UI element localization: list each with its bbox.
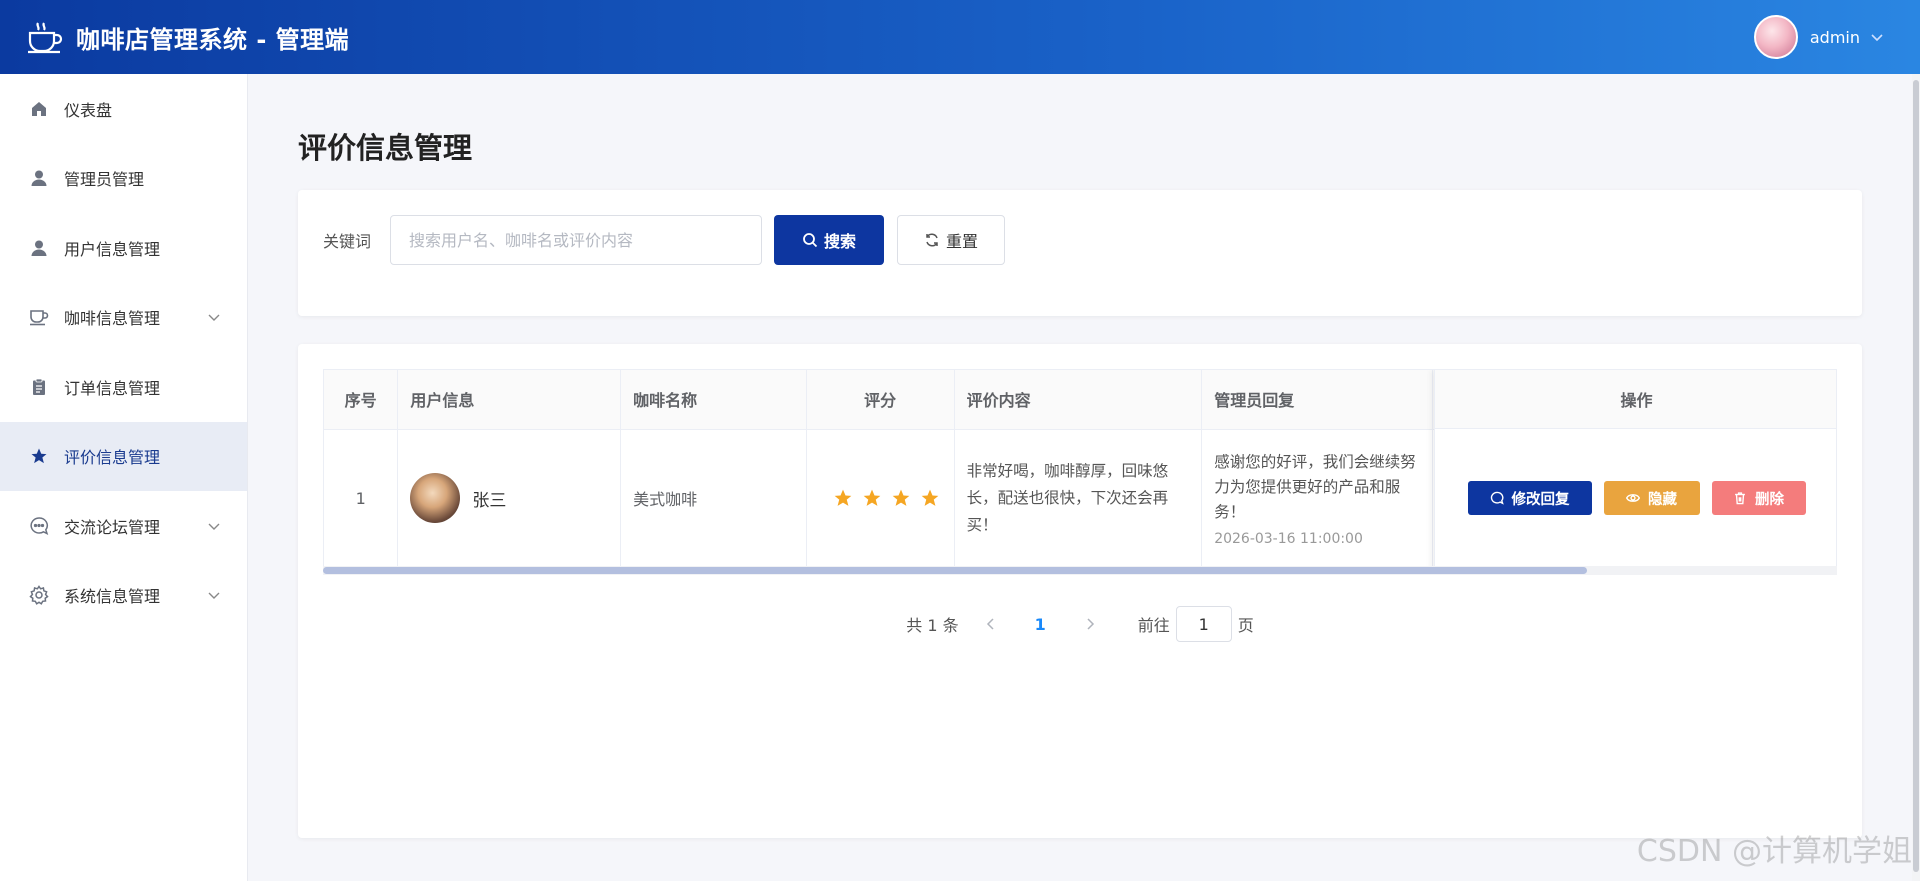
scrollbar-thumb[interactable] xyxy=(323,567,1588,574)
avatar xyxy=(410,473,461,523)
delete-button[interactable]: 删除 xyxy=(1711,481,1806,515)
coffee-cup-icon xyxy=(26,18,64,56)
chevron-right-icon[interactable] xyxy=(1082,616,1098,632)
trash-icon xyxy=(1733,491,1747,505)
star-icon xyxy=(921,489,938,506)
sidebar-item-label: 咖啡信息管理 xyxy=(64,309,161,329)
chevron-left-icon[interactable] xyxy=(983,616,999,632)
sidebar-item-orders[interactable]: 订单信息管理 xyxy=(0,352,247,422)
user-icon xyxy=(28,167,50,189)
review-content: 非常好喝，咖啡醇厚，回味悠长，配送也很快，下次还会再买！ xyxy=(966,461,1169,534)
star-icon xyxy=(28,445,50,467)
search-button-label: 搜索 xyxy=(823,234,856,251)
sidebar-item-label: 系统信息管理 xyxy=(64,587,161,607)
sidebar-item-system[interactable]: 系统信息管理 xyxy=(0,561,247,631)
column-header: 咖啡名称 xyxy=(620,370,807,430)
chevron-down-icon[interactable] xyxy=(1870,30,1884,44)
total-count: 共 1 条 xyxy=(906,616,959,635)
user-info-cell: 张三 xyxy=(397,429,622,568)
keyword-label: 关键词 xyxy=(323,232,372,251)
hide-label: 隐藏 xyxy=(1648,491,1677,508)
logo: 咖啡店管理系统 - 管理端 xyxy=(26,18,349,56)
page-number[interactable]: 1 xyxy=(1035,615,1046,634)
horizontal-scrollbar[interactable] xyxy=(323,566,1837,575)
chevron-down-icon[interactable] xyxy=(207,310,221,324)
reviews-table: 序号 用户信息 咖啡名称 评分 评价内容 管理员回复 1 张三 美式咖啡 非常好… xyxy=(323,369,1837,575)
goto-label: 前往 xyxy=(1137,616,1170,635)
page-suffix: 页 xyxy=(1237,616,1254,635)
rating-cell xyxy=(806,429,955,568)
edit-reply-button[interactable]: 修改回复 xyxy=(1467,481,1592,515)
vertical-scrollbar[interactable] xyxy=(1912,74,1920,881)
goto-page-input[interactable] xyxy=(1175,606,1232,642)
user-menu[interactable]: admin xyxy=(1753,14,1884,60)
scrollbar-thumb[interactable] xyxy=(1913,80,1919,872)
user-avatar[interactable] xyxy=(1753,15,1798,59)
sidebar-item-label: 评价信息管理 xyxy=(64,448,161,468)
rating-stars xyxy=(819,488,954,508)
sidebar-item-label: 用户信息管理 xyxy=(64,239,161,259)
sidebar-item-reviews[interactable]: 评价信息管理 xyxy=(0,421,247,491)
row-index: 1 xyxy=(324,429,399,568)
sidebar-item-dashboard[interactable]: 仪表盘 xyxy=(0,74,247,144)
chat-icon xyxy=(1490,491,1504,505)
eye-icon xyxy=(1626,491,1640,505)
user-name: 张三 xyxy=(472,490,507,511)
column-header: 评分 xyxy=(806,370,955,430)
coffee-icon xyxy=(28,306,50,328)
home-icon xyxy=(28,98,50,120)
sidebar-item-label: 仪表盘 xyxy=(64,100,113,120)
search-button[interactable]: 搜索 xyxy=(774,215,884,265)
app-title: 咖啡店管理系统 - 管理端 xyxy=(76,25,350,54)
refresh-icon xyxy=(924,232,940,248)
user-icon xyxy=(28,237,50,259)
search-input[interactable] xyxy=(390,215,762,265)
edit-reply-label: 修改回复 xyxy=(1511,491,1570,508)
reset-button-label: 重置 xyxy=(945,234,978,251)
sidebar-item-users[interactable]: 用户信息管理 xyxy=(0,213,247,283)
star-icon xyxy=(834,489,851,506)
column-header: 评价内容 xyxy=(954,370,1203,430)
sidebar-item-label: 管理员管理 xyxy=(64,170,145,190)
hide-button[interactable]: 隐藏 xyxy=(1603,481,1700,515)
delete-label: 删除 xyxy=(1755,491,1784,508)
gear-icon xyxy=(28,584,50,606)
search-panel: 关键词 搜索 重置 xyxy=(298,190,1862,316)
sidebar-item-label: 交流论坛管理 xyxy=(64,517,161,537)
row-actions: 修改回复 隐藏 删除 xyxy=(1435,429,1836,567)
column-header: 序号 xyxy=(324,370,399,430)
column-header: 操作 xyxy=(1435,370,1836,429)
sidebar-item-admin[interactable]: 管理员管理 xyxy=(0,144,247,214)
pagination: 共 1 条 1 前往 页 xyxy=(298,606,1862,642)
sidebar-item-coffee[interactable]: 咖啡信息管理 xyxy=(0,283,247,353)
column-header: 管理员回复 xyxy=(1201,370,1433,430)
admin-reply: 感谢您的好评，我们会继续努力为您提供更好的产品和服务！ xyxy=(1214,452,1416,521)
chevron-down-icon[interactable] xyxy=(207,519,221,533)
reset-button[interactable]: 重置 xyxy=(897,215,1005,265)
top-header: 咖啡店管理系统 - 管理端 admin xyxy=(0,0,1920,74)
watermark: CSDN @计算机学姐 xyxy=(1636,834,1912,869)
coffee-name: 美式咖啡 xyxy=(620,429,807,568)
star-icon xyxy=(892,489,909,506)
page-title: 评价信息管理 xyxy=(298,131,473,165)
user-name[interactable]: admin xyxy=(1810,28,1860,47)
column-header: 用户信息 xyxy=(397,370,622,430)
review-cell: 非常好喝，咖啡醇厚，回味悠长，配送也很快，下次还会再买！ xyxy=(954,429,1203,568)
sidebar-item-label: 订单信息管理 xyxy=(64,378,161,398)
search-icon xyxy=(802,232,818,248)
chat-icon xyxy=(28,515,50,537)
table-panel: 序号 用户信息 咖啡名称 评分 评价内容 管理员回复 1 张三 美式咖啡 非常好… xyxy=(298,344,1862,838)
sidebar-item-forum[interactable]: 交流论坛管理 xyxy=(0,491,247,561)
chevron-down-icon[interactable] xyxy=(207,588,221,602)
actions-column: 操作 修改回复 隐藏 删除 xyxy=(1434,370,1836,574)
clipboard-icon xyxy=(28,376,50,398)
star-icon xyxy=(863,489,880,506)
reply-time: 2026-03-16 11:00:00 xyxy=(1214,530,1363,547)
sidebar: 仪表盘 管理员管理 用户信息管理 咖啡信息管理 订单信息管理 评价信息管理 交流… xyxy=(0,74,248,881)
reply-cell: 感谢您的好评，我们会继续努力为您提供更好的产品和服务！ 2026-03-16 1… xyxy=(1201,429,1433,568)
